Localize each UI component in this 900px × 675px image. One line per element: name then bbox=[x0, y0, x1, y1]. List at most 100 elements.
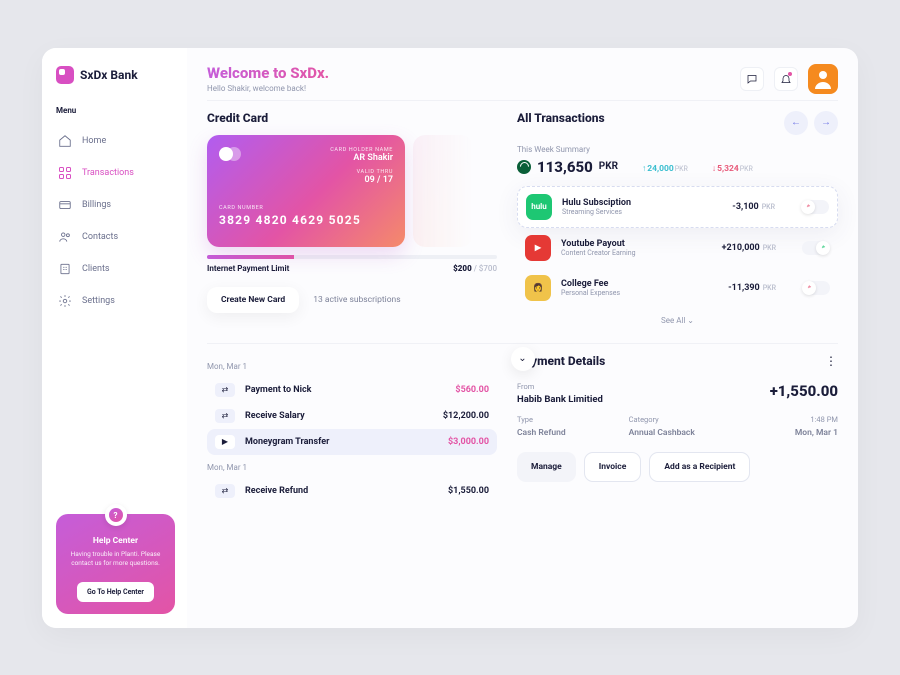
user-avatar[interactable] bbox=[808, 64, 838, 94]
payment-row[interactable]: ⇄ Receive Refund $1,550.00 bbox=[207, 478, 497, 504]
credit-card-title: Credit Card bbox=[207, 111, 497, 125]
card-valid-label: VALID THRU bbox=[330, 169, 393, 175]
content-row: Credit Card CARD HOLDER NAME AR Shakir V… bbox=[207, 111, 838, 325]
topbar: Welcome to SxDx. Hello Shakir, welcome b… bbox=[207, 64, 838, 94]
manage-button[interactable]: Manage bbox=[517, 452, 576, 482]
app-window: SxDx Bank Menu Home Transactions Billing… bbox=[42, 48, 858, 628]
category-value: Annual Cashback bbox=[629, 428, 727, 438]
see-all-link[interactable]: See All ⌄ bbox=[517, 316, 838, 325]
transaction-row[interactable]: 👩 College Fee Personal Expenses -11,390P… bbox=[517, 268, 838, 308]
topbar-actions bbox=[740, 64, 838, 94]
question-icon: ? bbox=[109, 508, 123, 522]
date-label: Mon, Mar 1 bbox=[207, 362, 497, 371]
transaction-amount: -11,390PKR bbox=[728, 283, 776, 293]
brand-logo: SxDx Bank bbox=[56, 66, 175, 84]
main-content: Welcome to SxDx. Hello Shakir, welcome b… bbox=[187, 48, 858, 628]
sidebar-item-settings[interactable]: Settings bbox=[56, 285, 175, 317]
users-icon bbox=[58, 230, 72, 244]
time-value: 1:48 PM bbox=[740, 415, 838, 424]
payment-amount: $560.00 bbox=[455, 385, 489, 395]
building-icon bbox=[58, 262, 72, 276]
payment-amount: $3,000.00 bbox=[448, 437, 489, 447]
hulu-icon: hulu bbox=[526, 194, 552, 220]
delta-up: ↑ 24,000PKR bbox=[642, 163, 688, 174]
sidebar-item-label: Transactions bbox=[82, 168, 134, 178]
transaction-toggle[interactable] bbox=[802, 281, 830, 295]
card-number: 3829 4820 4629 5025 bbox=[219, 213, 393, 227]
card-number-label: CARD NUMBER bbox=[219, 205, 393, 211]
sidebar-item-contacts[interactable]: Contacts bbox=[56, 221, 175, 253]
credit-card-next[interactable] bbox=[413, 135, 473, 247]
payment-row[interactable]: ⇄ Receive Salary $12,200.00 bbox=[207, 403, 497, 429]
limit-values: $200 / $700 bbox=[453, 264, 497, 273]
transaction-row[interactable]: hulu Hulu Subsciption Streaming Services… bbox=[517, 186, 838, 228]
payment-name: Payment to Nick bbox=[245, 385, 312, 395]
transaction-toggle[interactable] bbox=[802, 241, 830, 255]
notifications-button[interactable] bbox=[774, 67, 798, 91]
card-icon bbox=[58, 198, 72, 212]
payment-name: Receive Refund bbox=[245, 486, 308, 496]
transaction-name: Hulu Subsciption bbox=[562, 198, 631, 208]
menu-label: Menu bbox=[56, 106, 175, 115]
transaction-row[interactable]: ▶ Youtube Payout Content Creator Earning… bbox=[517, 228, 838, 268]
delta-down: ↓ 5,324PKR bbox=[712, 163, 753, 174]
send-icon: ▶ bbox=[215, 435, 235, 449]
sidebar-item-billings[interactable]: Billings bbox=[56, 189, 175, 221]
transfer-icon: ⇄ bbox=[215, 383, 235, 397]
divider bbox=[207, 343, 838, 344]
limit-used: $200 bbox=[453, 264, 472, 273]
sidebar-item-clients[interactable]: Clients bbox=[56, 253, 175, 285]
brand-name: SxDx Bank bbox=[80, 68, 138, 82]
prev-button[interactable]: ← bbox=[784, 111, 808, 135]
create-card-button[interactable]: Create New Card bbox=[207, 287, 299, 313]
card-actions: Create New Card 13 active subscriptions bbox=[207, 287, 497, 313]
payment-name: Receive Salary bbox=[245, 411, 305, 421]
total-balance: 113,650 PKR bbox=[517, 158, 618, 176]
help-card: ? Help Center Having trouble in Planti. … bbox=[56, 514, 175, 613]
sidebar-item-home[interactable]: Home bbox=[56, 125, 175, 157]
payment-amount: $1,550.00 bbox=[448, 486, 489, 496]
payment-amount: $12,200.00 bbox=[443, 411, 489, 421]
transfer-icon: ⇄ bbox=[215, 409, 235, 423]
youtube-icon: ▶ bbox=[525, 235, 551, 261]
welcome-block: Welcome to SxDx. Hello Shakir, welcome b… bbox=[207, 64, 329, 93]
help-badge: ? bbox=[105, 504, 127, 526]
grid-icon bbox=[58, 166, 72, 180]
invoice-button[interactable]: Invoice bbox=[584, 452, 642, 482]
sidebar-item-label: Home bbox=[82, 136, 106, 146]
credit-card-section: Credit Card CARD HOLDER NAME AR Shakir V… bbox=[207, 111, 497, 325]
category-label: Category bbox=[629, 415, 727, 424]
transaction-subtitle: Streaming Services bbox=[562, 208, 631, 216]
transaction-subtitle: Content Creator Earning bbox=[561, 249, 636, 257]
progress-fill bbox=[207, 255, 294, 259]
add-recipient-button[interactable]: Add as a Recipient bbox=[649, 452, 750, 482]
more-button[interactable]: ⋮ bbox=[825, 354, 838, 368]
transaction-subtitle: Personal Expenses bbox=[561, 289, 620, 297]
expand-button[interactable]: ⌄ bbox=[511, 347, 535, 371]
cards-carousel: CARD HOLDER NAME AR Shakir VALID THRU 09… bbox=[207, 135, 497, 247]
brand-icon bbox=[56, 66, 74, 84]
next-button[interactable]: → bbox=[814, 111, 838, 135]
total-currency: PKR bbox=[599, 161, 618, 172]
card-network-icon bbox=[219, 147, 241, 161]
credit-card[interactable]: CARD HOLDER NAME AR Shakir VALID THRU 09… bbox=[207, 135, 405, 247]
transaction-amount: +210,000PKR bbox=[722, 243, 776, 253]
bottom-row: Mon, Mar 1 ⇄ Payment to Nick $560.00 ⇄ R… bbox=[207, 354, 838, 504]
payment-row[interactable]: ⇄ Payment to Nick $560.00 bbox=[207, 377, 497, 403]
payment-name: Moneygram Transfer bbox=[245, 437, 329, 447]
messages-button[interactable] bbox=[740, 67, 764, 91]
transaction-toggle[interactable] bbox=[801, 200, 829, 214]
help-center-button[interactable]: Go To Help Center bbox=[77, 582, 154, 602]
page-subtitle: Hello Shakir, welcome back! bbox=[207, 84, 329, 93]
divider bbox=[207, 100, 838, 101]
avatar-icon: 👩 bbox=[525, 275, 551, 301]
date-value: Mon, Mar 1 bbox=[740, 428, 838, 438]
home-icon bbox=[58, 134, 72, 148]
sidebar-item-transactions[interactable]: Transactions bbox=[56, 157, 175, 189]
flag-icon bbox=[517, 160, 531, 174]
sidebar-item-label: Clients bbox=[82, 264, 110, 274]
page-title: Welcome to SxDx. bbox=[207, 64, 329, 82]
payment-details-section: Payment Details ⋮ From Habib Bank Limiti… bbox=[517, 354, 838, 504]
payment-row-selected[interactable]: ▶ Moneygram Transfer $3,000.00 bbox=[207, 429, 497, 455]
type-value: Cash Refund bbox=[517, 428, 615, 438]
